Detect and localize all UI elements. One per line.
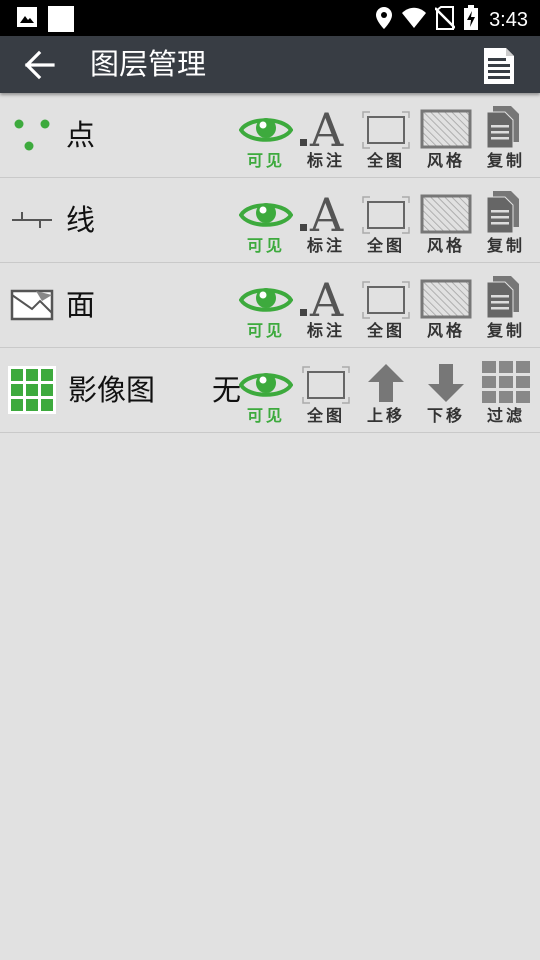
copy-button[interactable]: 复制 (476, 263, 536, 347)
copy-icon (486, 191, 519, 234)
svg-text:A: A (309, 275, 344, 319)
move-up-button[interactable]: 上移 (356, 348, 416, 432)
layer-name: 点 (66, 118, 96, 152)
svg-text:A: A (309, 190, 344, 234)
full-extent-button[interactable]: 全图 (356, 263, 416, 347)
full-extent-button[interactable]: 全图 (356, 93, 416, 177)
layer-tools: 可见 A 标注 全图 风格 复制 (236, 263, 536, 347)
wifi-icon (401, 7, 427, 33)
filter-grid-icon (482, 361, 530, 403)
image-icon (16, 6, 38, 36)
arrow-up-icon (368, 364, 404, 402)
layer-list: 点 可见 A 标注 全图 风格 复制 线 可见 A 标注 全图 风格 复制 面 … (0, 93, 540, 433)
label-a-icon: A (300, 275, 344, 319)
eye-icon (239, 373, 293, 397)
polygon-layer-icon (10, 283, 54, 327)
full-extent-icon (302, 366, 350, 404)
location-icon (375, 6, 393, 34)
raster-grid-icon (8, 366, 56, 414)
page-title: 图层管理 (90, 47, 207, 81)
style-button[interactable]: 风格 (416, 263, 476, 347)
layer-row-point[interactable]: 点 可见 A 标注 全图 风格 复制 (0, 93, 540, 178)
layer-name: 影像图 (68, 373, 156, 407)
eye-icon (239, 203, 293, 227)
label-button[interactable]: A 标注 (296, 93, 356, 177)
filter-button[interactable]: 过滤 (476, 348, 536, 432)
full-extent-button[interactable]: 全图 (296, 348, 356, 432)
document-list-icon[interactable] (480, 46, 518, 86)
svg-text:A: A (309, 105, 344, 149)
copy-button[interactable]: 复制 (476, 178, 536, 262)
label-a-icon: A (300, 105, 344, 149)
full-extent-icon (362, 281, 410, 319)
full-extent-icon (362, 196, 410, 234)
full-extent-button[interactable]: 全图 (356, 178, 416, 262)
style-button[interactable]: 风格 (416, 93, 476, 177)
layer-name: 线 (66, 203, 96, 237)
no-sim-icon (434, 6, 456, 34)
layer-tools: 可见 A 标注 全图 风格 复制 (236, 93, 536, 177)
back-arrow-icon[interactable] (24, 50, 58, 80)
line-layer-icon (10, 198, 54, 242)
visible-button[interactable]: 可见 (236, 93, 296, 177)
visible-button[interactable]: 可见 (236, 348, 296, 432)
visible-button[interactable]: 可见 (236, 178, 296, 262)
label-button[interactable]: A 标注 (296, 178, 356, 262)
style-button[interactable]: 风格 (416, 178, 476, 262)
layer-row-raster[interactable]: 影像图 无 可见 全图 上移 下移 过滤 (0, 348, 540, 433)
copy-icon (486, 276, 519, 319)
layer-tools: 可见 全图 上移 下移 过滤 (236, 348, 536, 432)
label-button[interactable]: A 标注 (296, 263, 356, 347)
battery-charging-icon (463, 5, 479, 35)
visible-button[interactable]: 可见 (236, 263, 296, 347)
app-bar: 图层管理 (0, 36, 540, 93)
style-hatch-icon (420, 279, 472, 319)
layer-row-polygon[interactable]: 面 可见 A 标注 全图 风格 复制 (0, 263, 540, 348)
copy-button[interactable]: 复制 (476, 93, 536, 177)
layer-tools: 可见 A 标注 全图 风格 复制 (236, 178, 536, 262)
style-hatch-icon (420, 194, 472, 234)
layer-name: 面 (66, 288, 96, 322)
status-bar: 3:43 (0, 0, 540, 36)
eye-icon (239, 118, 293, 142)
layer-row-line[interactable]: 线 可见 A 标注 全图 风格 复制 (0, 178, 540, 263)
square-icon (48, 6, 74, 36)
point-layer-icon (10, 113, 54, 157)
style-hatch-icon (420, 109, 472, 149)
clock: 3:43 (489, 8, 528, 31)
arrow-down-icon (428, 364, 464, 402)
copy-icon (486, 106, 519, 149)
full-extent-icon (362, 111, 410, 149)
eye-icon (239, 288, 293, 312)
label-a-icon: A (300, 190, 344, 234)
move-down-button[interactable]: 下移 (416, 348, 476, 432)
